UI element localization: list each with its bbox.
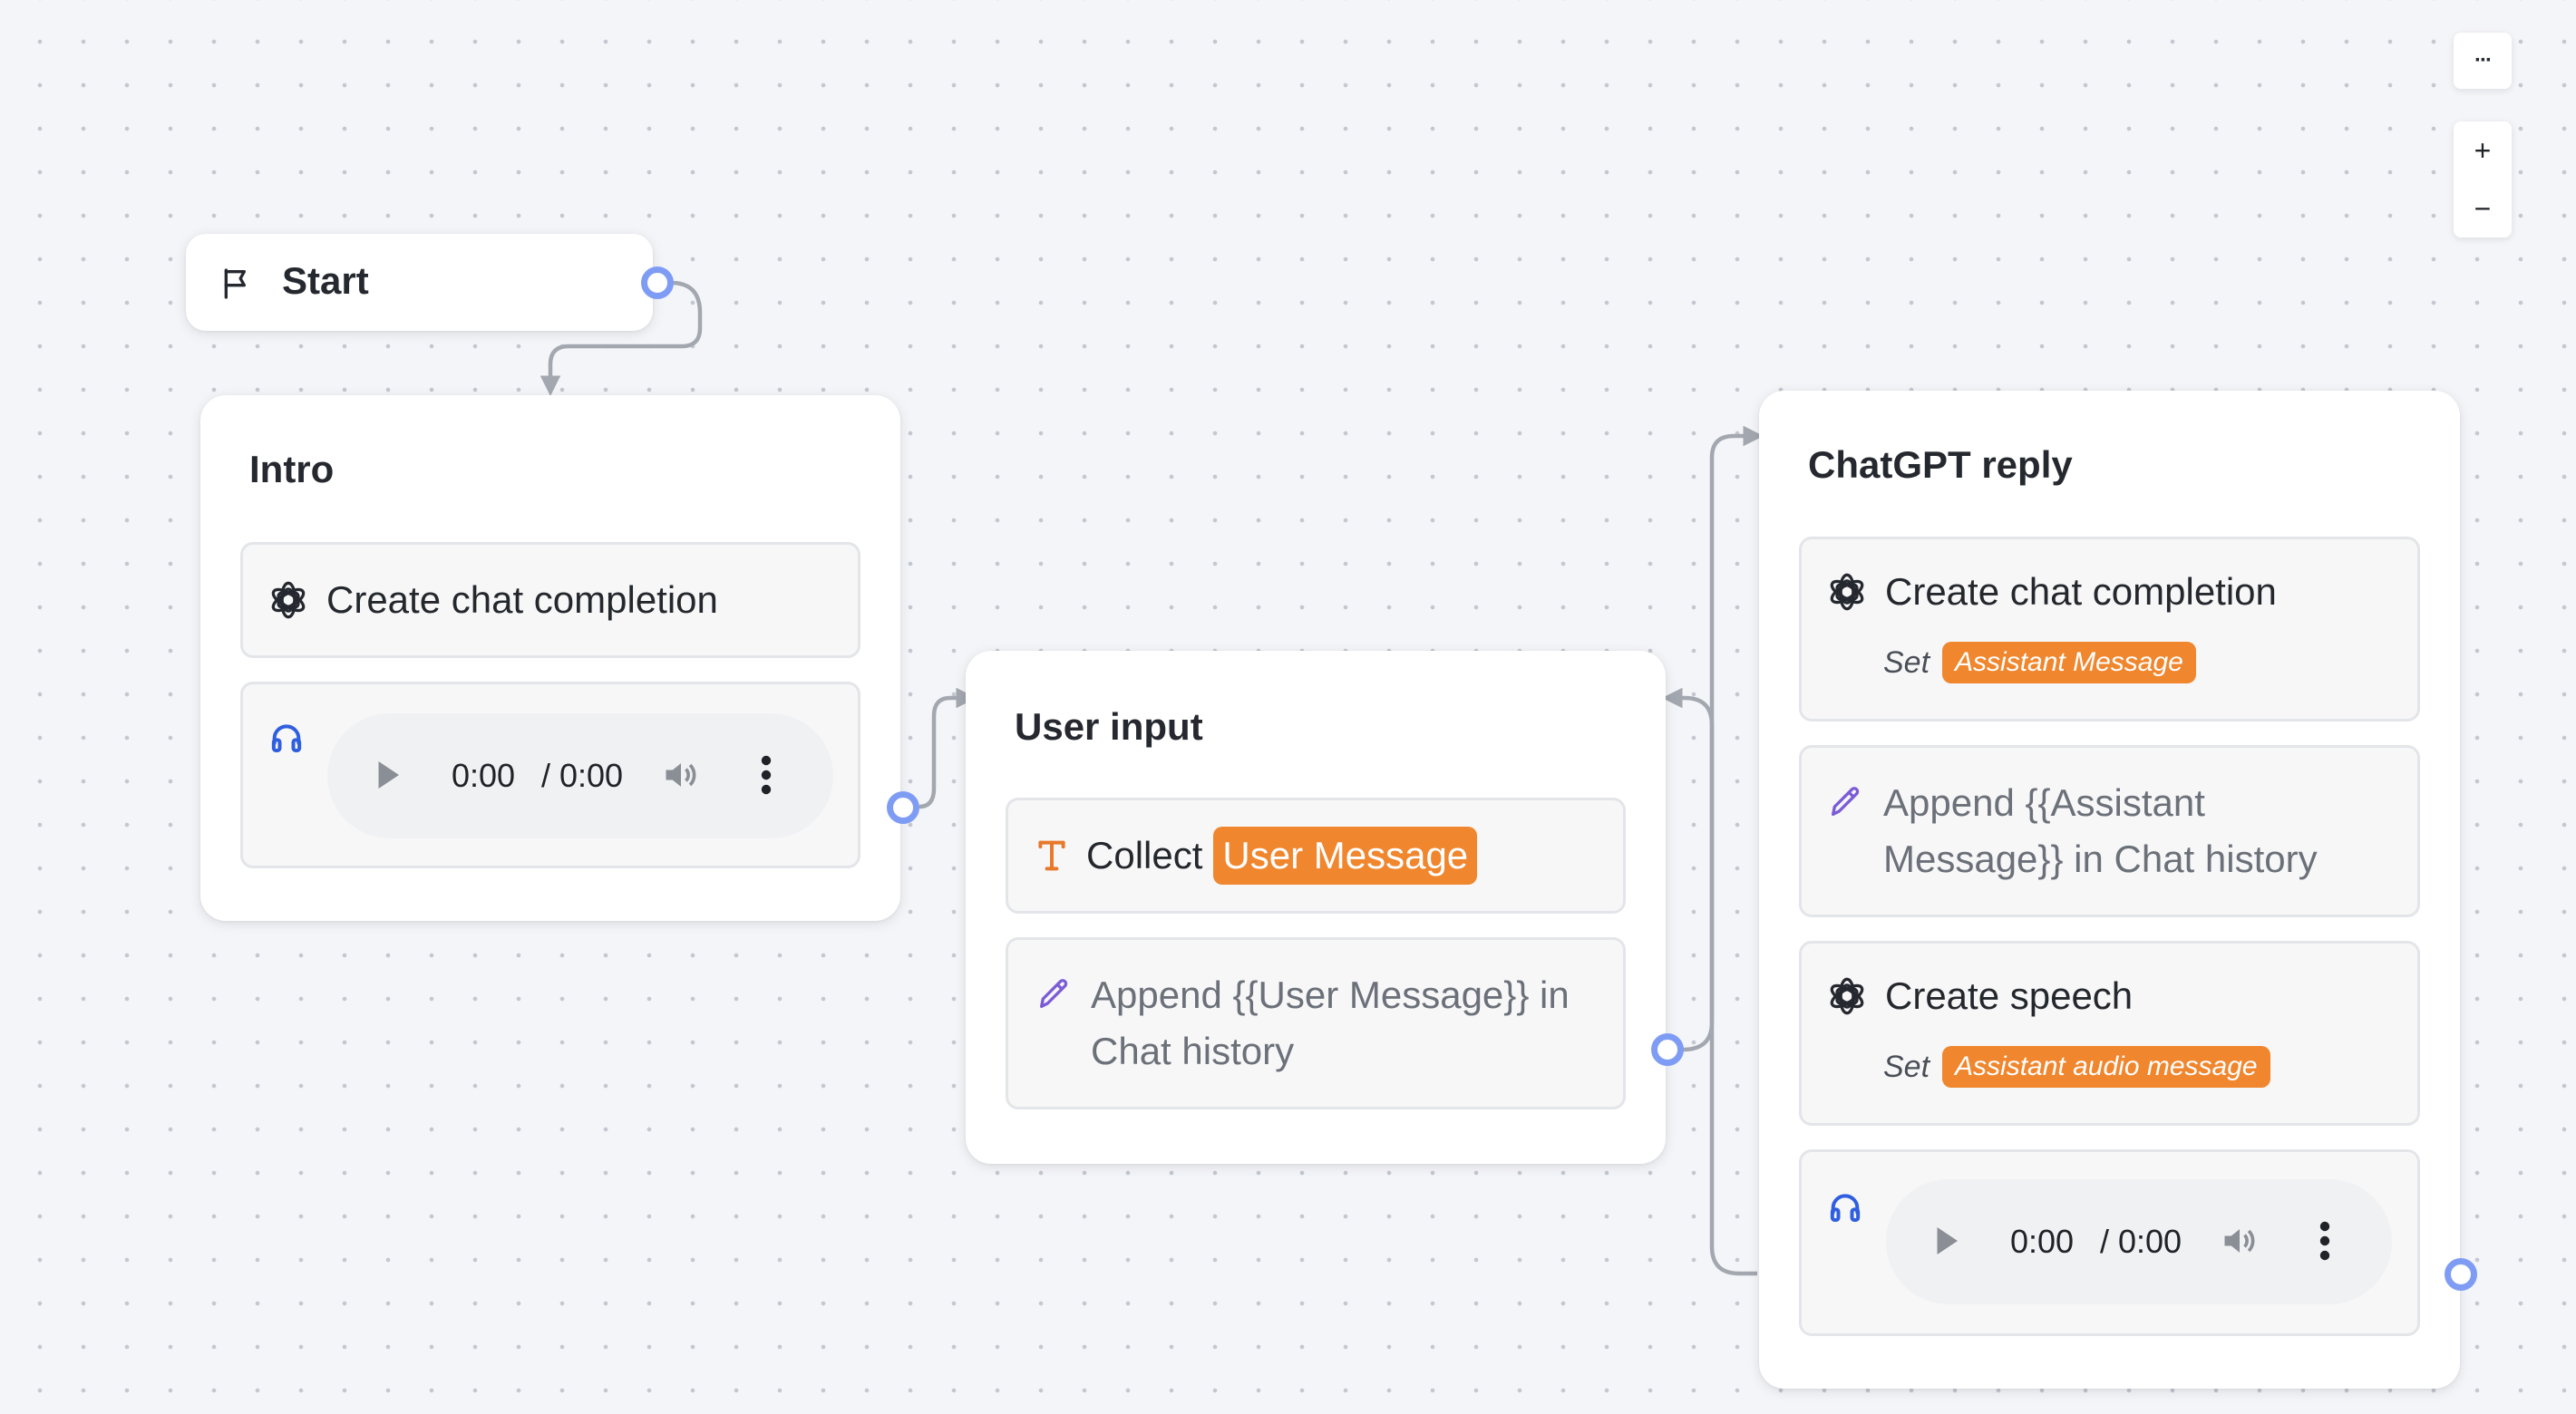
openai-icon: [268, 580, 308, 620]
more-options-label: ···: [2474, 48, 2493, 73]
group-user-input[interactable]: User input Collect User Message Append {…: [966, 651, 1666, 1164]
block-label: Create chat completion: [1885, 570, 2277, 613]
edge-chatgpt-loop-to-user-input: [1662, 687, 1757, 1276]
audio-duration: / 0:00: [541, 757, 624, 794]
more-options-icon[interactable]: [2319, 1221, 2330, 1261]
zoom-controls: + −: [2454, 121, 2512, 237]
pencil-icon: [1827, 784, 1863, 820]
openai-icon: [1827, 976, 1867, 1016]
append-line-1: Append {{Assistant: [1883, 781, 2205, 824]
audio-current-time: 0:00: [2010, 1223, 2075, 1260]
variable-pill: Assistant Message: [1942, 642, 2196, 683]
start-node[interactable]: Start: [186, 234, 653, 331]
user-input-output-handle[interactable]: [1651, 1033, 1684, 1066]
append-line-1: Append {{User Message}} in: [1091, 973, 1570, 1016]
edge-intro-to-user-input: [919, 687, 977, 809]
zoom-out-button[interactable]: −: [2454, 179, 2512, 237]
append-line-2: Chat history: [1091, 1030, 1295, 1072]
collect-prefix: Collect: [1086, 834, 1203, 876]
zoom-in-button[interactable]: +: [2454, 121, 2512, 179]
start-output-handle[interactable]: [641, 266, 674, 299]
flag-icon: [219, 265, 255, 303]
variable-pill: User Message: [1213, 827, 1478, 885]
block-audio[interactable]: 0:00 / 0:00: [240, 682, 860, 868]
headphones-icon: [1827, 1188, 1863, 1225]
group-title: ChatGPT reply: [1808, 443, 2073, 486]
pencil-icon: [1035, 976, 1072, 1012]
play-icon[interactable]: [374, 759, 402, 791]
block-append-chat-history[interactable]: Append {{User Message}} in Chat history: [1006, 937, 1626, 1109]
set-label: Set: [1883, 1049, 1930, 1084]
block-audio[interactable]: 0:00 / 0:00: [1799, 1149, 2420, 1336]
play-icon[interactable]: [1933, 1225, 1960, 1257]
group-intro[interactable]: Intro Create chat completion 0:00 / 0:00: [200, 395, 900, 921]
more-options-icon[interactable]: [761, 755, 772, 795]
variable-pill: Assistant audio message: [1942, 1046, 2270, 1088]
edge-user-input-to-chatgpt: [1682, 425, 1764, 1052]
group-title: User input: [1015, 705, 1203, 748]
audio-player[interactable]: 0:00 / 0:00: [327, 713, 833, 838]
openai-icon: [1827, 572, 1867, 612]
intro-output-handle[interactable]: [887, 791, 919, 824]
headphones-icon: [268, 719, 305, 755]
block-collect-input[interactable]: Collect User Message: [1006, 798, 1626, 914]
set-label: Set: [1883, 644, 1930, 680]
more-options-button[interactable]: ···: [2454, 33, 2512, 89]
zoom-out-label: −: [2474, 191, 2492, 225]
block-create-speech[interactable]: Create speech Set Assistant audio messag…: [1799, 941, 2420, 1126]
volume-icon[interactable]: [2220, 1221, 2260, 1261]
text-input-icon: [1035, 838, 1068, 874]
block-create-chat-completion[interactable]: Create chat completion: [240, 542, 860, 658]
block-append-chat-history[interactable]: Append {{Assistant Message}} in Chat his…: [1799, 745, 2420, 917]
chatgpt-reply-output-handle[interactable]: [2445, 1258, 2477, 1291]
volume-icon[interactable]: [661, 755, 701, 795]
audio-duration: / 0:00: [2100, 1223, 2182, 1260]
audio-current-time: 0:00: [452, 757, 516, 794]
group-title: Intro: [249, 448, 335, 490]
start-label: Start: [282, 259, 369, 302]
group-chatgpt-reply[interactable]: ChatGPT reply Create chat completion Set…: [1759, 391, 2460, 1389]
block-create-chat-completion[interactable]: Create chat completion Set Assistant Mes…: [1799, 537, 2420, 722]
append-line-2: Message}} in Chat history: [1883, 838, 2318, 880]
zoom-in-label: +: [2474, 133, 2492, 167]
block-label: Create speech: [1885, 974, 2134, 1017]
audio-player[interactable]: 0:00 / 0:00: [1886, 1179, 2392, 1304]
block-label: Create chat completion: [326, 578, 718, 621]
